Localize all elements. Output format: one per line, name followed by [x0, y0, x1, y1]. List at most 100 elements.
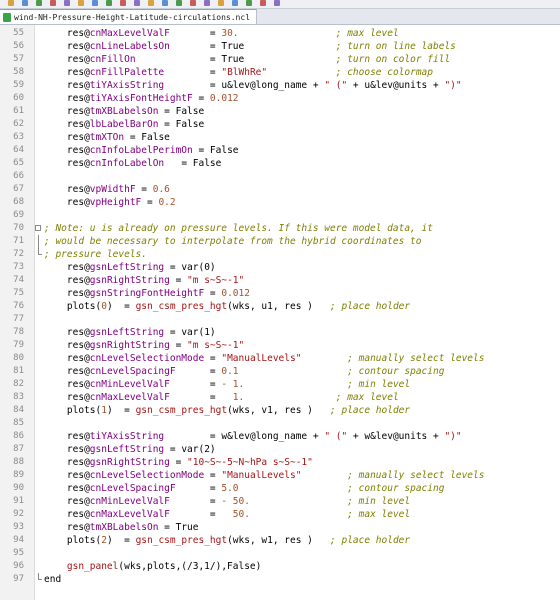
code-line[interactable]: 68 res@vpHeightF = 0.2 [0, 196, 560, 209]
token-kw: False [141, 132, 170, 143]
code-line[interactable]: 61 res@tmXBLabelsOn = False [0, 105, 560, 118]
code-line[interactable]: 70 ; Note: u is already on pressure level… [0, 222, 560, 235]
code-line[interactable]: 95 [0, 547, 560, 560]
code-line[interactable]: 87 res@gsnLeftString = var(2) [0, 443, 560, 456]
code-line[interactable]: 82 res@cnMinLevelValF = - 1. ; min level [0, 378, 560, 391]
code-line[interactable]: 76 plots(0) = gsn_csm_pres_hgt(wks, u1, … [0, 300, 560, 313]
token-attr: cnMinLevelValF [89, 379, 170, 390]
cut-icon[interactable] [92, 0, 98, 6]
copy-icon[interactable] [106, 0, 112, 6]
line-number: 58 [13, 67, 24, 77]
code-line[interactable]: 62 res@lbLabelBarOn = False [0, 118, 560, 131]
open-file-icon[interactable] [22, 0, 28, 6]
code-line[interactable]: 78 res@gsnLeftString = var(1) [0, 326, 560, 339]
fold-toggle-icon[interactable] [34, 222, 42, 235]
code-text: ; would be necessary to interpolate from… [44, 235, 422, 248]
code-line[interactable]: 60 res@tiYAxisFontHeightF = 0.012 [0, 92, 560, 105]
code-line[interactable]: 96 gsn_panel(wks,plots,(/3,1/),False) [0, 560, 560, 573]
code-line[interactable]: 56 res@cnLineLabelsOn = True ; turn on l… [0, 40, 560, 53]
code-text: res@tmXTOn = False [44, 131, 170, 144]
token-attr: cnLevelSpacingF [89, 366, 176, 377]
code-line[interactable]: 85 [0, 417, 560, 430]
code-line[interactable]: 91 res@cnMinLevelValF = - 50. ; min leve… [0, 495, 560, 508]
token-kw: end [44, 574, 62, 585]
macro-icon[interactable] [274, 0, 280, 6]
new-file-icon[interactable] [8, 0, 14, 6]
code-line[interactable]: 73 res@gsnLeftString = var(0) [0, 261, 560, 274]
redo-icon[interactable] [148, 0, 154, 6]
token-attr: tiYAxisString [89, 431, 165, 442]
code-line[interactable]: 90 res@cnLevelSpacingF = 5.0 ; contour s… [0, 482, 560, 495]
code-line[interactable]: 55 res@cnMaxLevelValF = 30. ; max level [0, 27, 560, 40]
indent-icon[interactable] [246, 0, 252, 6]
line-number: 64 [13, 145, 24, 155]
token-var: res [66, 353, 85, 364]
code-editor[interactable]: 55 res@cnMaxLevelValF = 30. ; max level 5… [0, 25, 560, 600]
code-line[interactable]: 79 res@gsnRightString = "m s~S~-1" [0, 339, 560, 352]
zoom-out-icon[interactable] [204, 0, 210, 6]
code-line[interactable]: 63 res@tmXTOn = False [0, 131, 560, 144]
undo-icon[interactable] [134, 0, 140, 6]
code-line[interactable]: 65 res@cnInfoLabelOn = False [0, 157, 560, 170]
save-icon[interactable] [36, 0, 42, 6]
code-line[interactable]: 89 res@cnLevelSelectionMode = "ManualLev… [0, 469, 560, 482]
code-line[interactable]: 69 [0, 209, 560, 222]
code-line[interactable]: 72 ; pressure levels. [0, 248, 560, 261]
paste-icon[interactable] [120, 0, 126, 6]
print-icon[interactable] [78, 0, 84, 6]
code-line[interactable]: 93 res@tmXBLabelsOn = True [0, 521, 560, 534]
token-op: (wks, v1, res ) [227, 405, 313, 416]
code-line[interactable]: 57 res@cnFillOn = True ; turn on color f… [0, 53, 560, 66]
token-op: u&lev@long_name + [221, 80, 325, 91]
line-number: 62 [13, 119, 24, 129]
line-number: 84 [13, 405, 24, 415]
replace-icon[interactable] [176, 0, 182, 6]
zoom-in-icon[interactable] [190, 0, 196, 6]
code-line[interactable]: 88 res@gsnRightString = "10~S~-5~N~hPa s… [0, 456, 560, 469]
token-attr: gsnRightString [89, 340, 170, 351]
code-line[interactable]: 83 res@cnMaxLevelValF = 1. ; max level [0, 391, 560, 404]
code-line[interactable]: 75 res@gsnStringFontHeightF = 0.012 [0, 287, 560, 300]
code-text: gsn_panel(wks,plots,(/3,1/),False) [44, 560, 261, 573]
code-line[interactable]: 64 res@cnInfoLabelPerimOn = False [0, 144, 560, 157]
code-line[interactable]: 92 res@cnMaxLevelValF = 50. ; max level [0, 508, 560, 521]
token-space: = [169, 28, 222, 39]
token-space: = [164, 158, 193, 169]
code-line[interactable]: 77 [0, 313, 560, 326]
save-all-icon[interactable] [50, 0, 56, 6]
code-line[interactable]: 94 plots(2) = gsn_csm_pres_hgt(wks, w1, … [0, 534, 560, 547]
token-var: res [66, 158, 85, 169]
token-kw: False [192, 158, 222, 169]
token-op: plots( [66, 405, 102, 416]
code-line[interactable]: 66 [0, 170, 560, 183]
code-line[interactable]: 67 res@vpWidthF = 0.6 [0, 183, 560, 196]
bookmark-icon[interactable] [260, 0, 266, 6]
wrap-icon[interactable] [232, 0, 238, 6]
close-icon[interactable] [64, 0, 70, 6]
code-line[interactable]: 97 end [0, 573, 560, 586]
sync-icon[interactable] [218, 0, 224, 6]
code-line[interactable]: 58 res@cnFillPalette = "BlWhRe" ; choose… [0, 66, 560, 79]
find-icon[interactable] [162, 0, 168, 6]
code-line[interactable]: 59 res@tiYAxisString = u&lev@long_name +… [0, 79, 560, 92]
code-text: res@cnInfoLabelOn = False [44, 157, 221, 170]
token-space: = [169, 379, 222, 390]
code-text: res@cnFillOn = True ; turn on color fill [44, 53, 450, 66]
code-line[interactable]: 84 plots(1) = gsn_csm_pres_hgt(wks, v1, … [0, 404, 560, 417]
token-attr: gsnRightString [89, 275, 170, 286]
code-line[interactable]: 86 res@tiYAxisString = w&lev@long_name +… [0, 430, 560, 443]
code-line[interactable]: 71 ; would be necessary to interpolate fr… [0, 235, 560, 248]
file-tab[interactable]: wind-NH-Pressure-Height-Latitude-circula… [0, 9, 258, 24]
token-var: res [66, 145, 85, 156]
code-line[interactable]: 81 res@cnLevelSpacingF = 0.1 ; contour s… [0, 365, 560, 378]
code-line[interactable]: 74 res@gsnRightString = "m s~S~-1" [0, 274, 560, 287]
code-line[interactable]: 80 res@cnLevelSelectionMode = "ManualLev… [0, 352, 560, 365]
